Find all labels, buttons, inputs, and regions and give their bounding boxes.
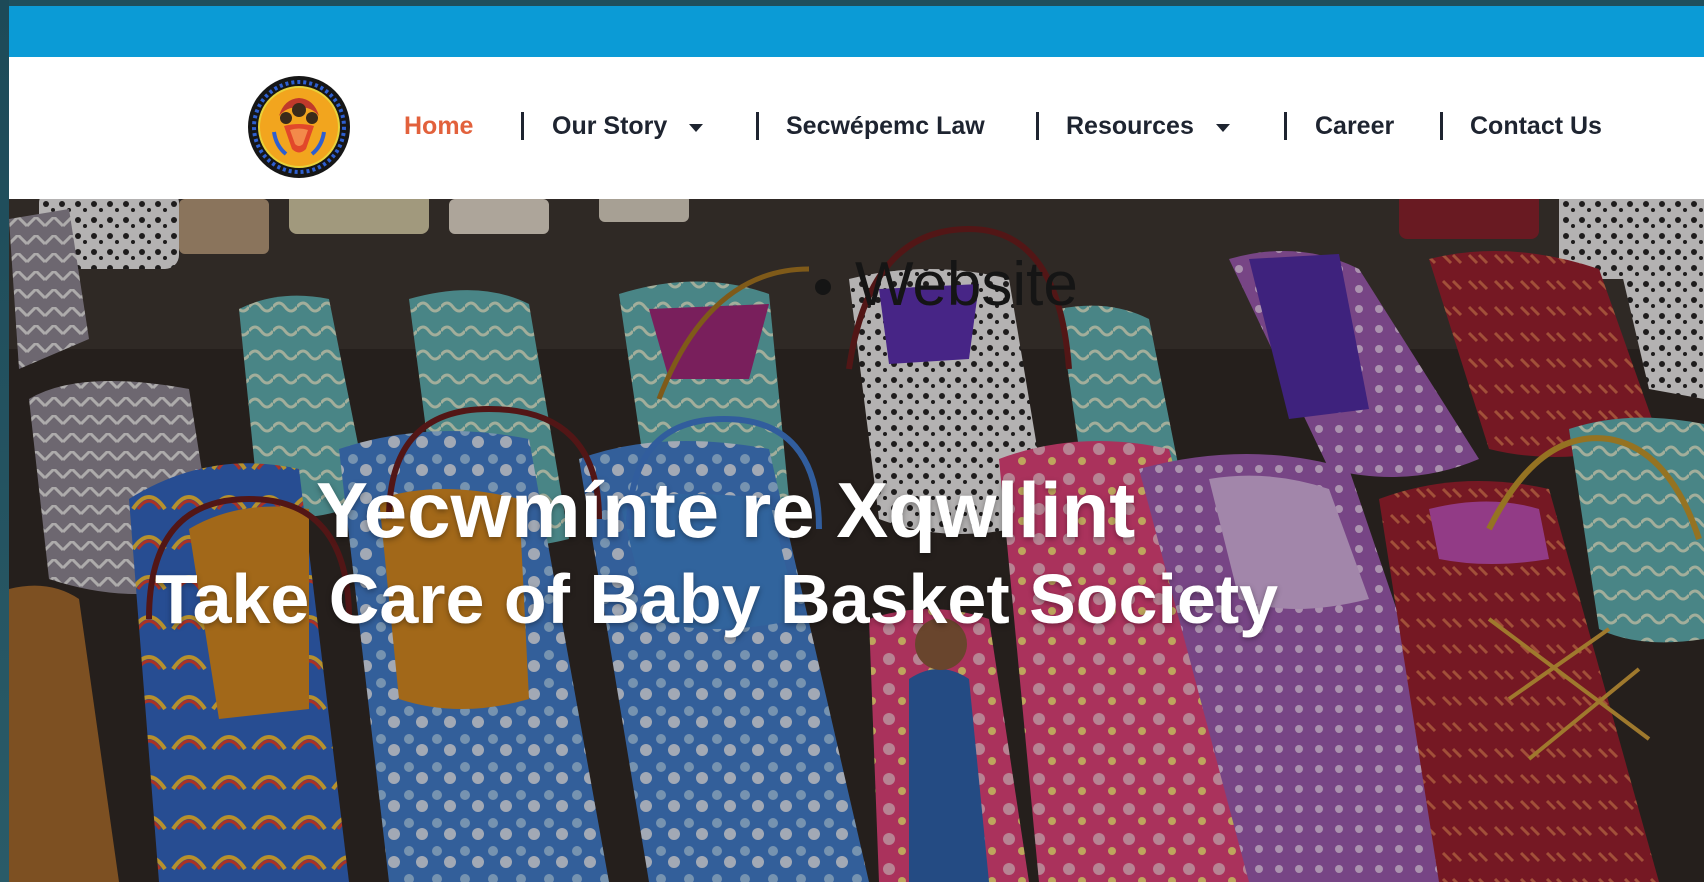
- nav-item-contact-us[interactable]: Contact Us: [1470, 111, 1602, 141]
- nav-item-secwepemc-law[interactable]: Secwépemc Law: [786, 111, 985, 141]
- nav-item-home[interactable]: Home: [404, 111, 473, 141]
- nav-separator: [1440, 112, 1443, 140]
- nav-separator: [1036, 112, 1039, 140]
- nav-item-resources[interactable]: Resources: [1066, 111, 1230, 141]
- web-page: Home Our Story Secwépemc Law Resources C…: [9, 6, 1704, 882]
- nav-item-career[interactable]: Career: [1315, 111, 1394, 141]
- nav-separator: [521, 112, 524, 140]
- nav-label-contact-us: Contact Us: [1470, 112, 1602, 140]
- top-accent-bar: [9, 6, 1704, 57]
- nav-label-home: Home: [404, 112, 474, 140]
- hero-subtitle: Take Care of Baby Basket Society: [155, 560, 1279, 638]
- hero-banner: Website Yecwmínte re Xqwllint Take Care …: [9, 199, 1704, 882]
- caret-down-icon[interactable]: [689, 123, 704, 132]
- bullet-icon: [815, 279, 831, 295]
- nav-label-resources: Resources: [1066, 112, 1194, 140]
- window-frame-left: [0, 0, 9, 882]
- website-list-label: Website: [855, 250, 1078, 319]
- website-list-item[interactable]: Website: [815, 249, 1078, 321]
- nav-separator: [756, 112, 759, 140]
- nav-label-our-story: Our Story: [552, 112, 668, 140]
- main-navigation: Home Our Story Secwépemc Law Resources C…: [9, 57, 1704, 199]
- nav-label-secwepemc-law: Secwépemc Law: [786, 112, 985, 140]
- nav-label-career: Career: [1315, 112, 1395, 140]
- nav-separator: [1284, 112, 1287, 140]
- caret-down-icon[interactable]: [1215, 123, 1230, 132]
- site-header: Home Our Story Secwépemc Law Resources C…: [9, 57, 1704, 199]
- nav-item-our-story[interactable]: Our Story: [552, 111, 704, 141]
- hero-title: Yecwmínte re Xqwllint: [316, 466, 1136, 554]
